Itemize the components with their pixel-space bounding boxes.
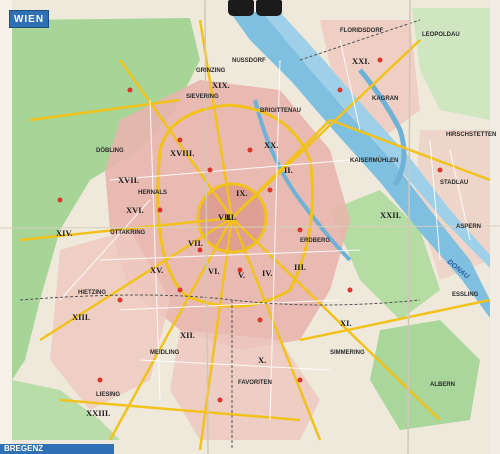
place-label: KAISERMÜHLEN bbox=[350, 158, 399, 164]
district-label: XXII. bbox=[380, 210, 402, 220]
place-label: BRIGITTENAU bbox=[260, 108, 301, 114]
place-label: FAVORITEN bbox=[238, 380, 272, 386]
place-label: OTTAKRING bbox=[110, 230, 146, 236]
place-label: ALBERN bbox=[430, 382, 455, 388]
district-label: XIII. bbox=[72, 312, 91, 322]
district-label: XIX. bbox=[212, 80, 230, 90]
district-label: XXIII. bbox=[86, 408, 111, 418]
place-label: LIESING bbox=[96, 392, 121, 398]
place-label: ERDBERG bbox=[300, 238, 331, 244]
district-label: XXI. bbox=[352, 56, 370, 66]
district-label: XV. bbox=[150, 265, 164, 275]
district-label: X. bbox=[258, 355, 267, 365]
place-label: ESSLING bbox=[452, 292, 479, 298]
place-label: ASPERN bbox=[456, 224, 482, 230]
place-label: KAGRAN bbox=[372, 96, 399, 102]
place-label: HIETZING bbox=[78, 290, 106, 296]
place-label: DÖBLING bbox=[96, 148, 124, 154]
district-label: IV. bbox=[262, 268, 273, 278]
place-label: NUSSDORF bbox=[232, 58, 266, 64]
place-label: HIRSCHSTETTEN bbox=[446, 132, 497, 138]
district-label: VI. bbox=[208, 266, 220, 276]
adjacent-sheet-label: BREGENZ bbox=[0, 444, 114, 454]
district-label: XIV. bbox=[56, 228, 73, 238]
district-label: V. bbox=[238, 270, 246, 280]
district-label: XII. bbox=[180, 330, 195, 340]
map-title: WIEN bbox=[9, 10, 49, 28]
district-label: III. bbox=[294, 262, 307, 272]
map-sheet: WIEN I. II. III. IV. V. VI. VII. VIII. I… bbox=[0, 0, 500, 454]
district-label: VII. bbox=[188, 238, 203, 248]
district-label: XI. bbox=[340, 318, 352, 328]
district-label: XVIII. bbox=[170, 148, 195, 158]
place-label: MEIDLING bbox=[150, 350, 180, 356]
district-label: IX. bbox=[236, 188, 248, 198]
district-label: XVII. bbox=[118, 175, 140, 185]
map-clip-icon bbox=[228, 0, 254, 16]
place-label: FLORIDSDORF bbox=[340, 28, 384, 34]
place-label: HERNALS bbox=[138, 190, 168, 196]
place-label: LEOPOLDAU bbox=[422, 32, 460, 38]
place-label: SIMMERING bbox=[330, 350, 365, 356]
district-label: XVI. bbox=[126, 205, 144, 215]
district-label: XX. bbox=[264, 140, 279, 150]
map-margin bbox=[490, 0, 500, 454]
place-label: STADLAU bbox=[440, 180, 469, 186]
map-clip-icon bbox=[256, 0, 282, 16]
place-label: SIEVERING bbox=[186, 94, 219, 100]
map-margin bbox=[0, 0, 12, 454]
place-label: GRINZING bbox=[196, 68, 226, 74]
district-label: II. bbox=[284, 165, 293, 175]
district-label: VIII. bbox=[218, 212, 237, 222]
